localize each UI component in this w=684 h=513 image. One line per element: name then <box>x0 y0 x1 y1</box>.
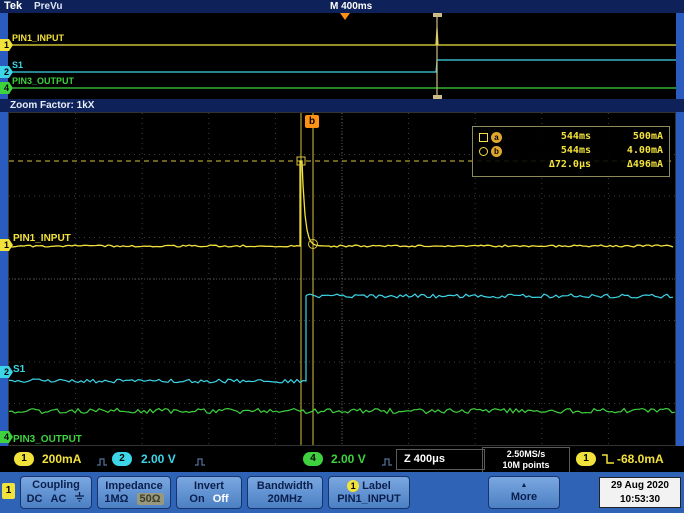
sample-rate: 2.50MS/s <box>506 449 546 459</box>
impedance-title: Impedance <box>105 480 163 492</box>
record-length: 10M points <box>502 460 550 470</box>
cursor-a-square-icon <box>479 132 488 142</box>
cursor-a-letter: a <box>491 131 502 143</box>
cursor-a-value: 500mA <box>632 131 663 142</box>
label-title: Label <box>362 480 391 492</box>
bandwidth-button[interactable]: Bandwidth 20MHz <box>247 476 323 509</box>
ch4-trace-label: PIN3_OUTPUT <box>12 76 75 86</box>
invert-option-off[interactable]: Off <box>213 493 229 505</box>
trigger-position-icon[interactable] <box>340 13 350 20</box>
cursor-delta-row: Δ72.0μs Δ496mA <box>479 158 663 172</box>
datetime-display: 29 Aug 2020 10:53:30 <box>599 477 681 508</box>
cursor-a-marker: a <box>479 131 509 143</box>
cursor-b-letter: b <box>491 145 502 157</box>
impedance-option-1mohm[interactable]: 1MΩ <box>104 493 128 505</box>
coupling-button[interactable]: Coupling DC AC <box>20 476 92 509</box>
ch2-scale: 2.00 V <box>141 452 176 466</box>
ch1-badge[interactable]: 1 <box>14 452 34 466</box>
ch1-scale: 200mA <box>42 452 82 466</box>
ch2-badge[interactable]: 2 <box>112 452 132 466</box>
cursor-b-tag[interactable]: b <box>305 115 319 128</box>
bandwidth-title: Bandwidth <box>256 480 314 492</box>
ch1-trace-label-zoom: PIN1_INPUT <box>13 233 71 244</box>
ch1-trace-label: PIN1_INPUT <box>12 33 65 43</box>
coupling-option-dc[interactable]: DC <box>27 493 43 505</box>
date-display: 29 Aug 2020 <box>611 480 669 491</box>
more-button[interactable]: ▲ More <box>488 476 560 509</box>
trigger-falling-slope-icon <box>601 452 615 470</box>
cursor-delta-time: Δ72.0μs <box>548 159 591 170</box>
label-value: PIN1_INPUT <box>337 493 401 505</box>
bandwidth-value: 20MHz <box>267 493 303 505</box>
invert-title: Invert <box>194 480 224 492</box>
tek-logo: Tek <box>4 0 23 12</box>
trigger-level-readout: -68.0mA <box>617 452 664 466</box>
coupling-option-ac[interactable]: AC <box>51 493 67 505</box>
zoom-waveform-window[interactable]: PIN1_INPUT S1 PIN3_OUTPUT b a 544ms 500m… <box>8 112 676 446</box>
coupling-title: Coupling <box>32 479 80 491</box>
overview-waveforms <box>8 13 676 99</box>
zoom-timebase-readout: Z 400μs <box>396 449 485 470</box>
ch4-waveform-icon <box>381 454 393 472</box>
cursor-delta-value: Δ496mA <box>626 159 663 170</box>
time-display: 10:53:30 <box>619 494 661 505</box>
ch1-waveform-icon <box>96 454 108 472</box>
ch2-trace-label: S1 <box>12 60 24 70</box>
invert-option-on[interactable]: On <box>189 493 204 505</box>
impedance-button[interactable]: Impedance 1MΩ 50Ω <box>97 476 171 509</box>
more-title: More <box>510 491 538 503</box>
ch2-waveform-icon <box>194 454 206 472</box>
top-bar: Tek PreVu M 400ms <box>0 0 684 13</box>
cursor-b-marker: b <box>479 145 509 157</box>
label-button[interactable]: 1 Label PIN1_INPUT <box>328 476 410 509</box>
invert-button[interactable]: Invert On Off <box>176 476 242 509</box>
main-timebase-readout: M 400ms <box>330 1 373 12</box>
zoom-factor-strip: Zoom Factor: 1kX <box>0 99 684 112</box>
ch4-trace-label-zoom: PIN3_OUTPUT <box>13 434 82 445</box>
cursor-b-value: 4.00mA <box>626 145 663 156</box>
ch2-trace-label-zoom: S1 <box>13 364 26 375</box>
ch4-badge[interactable]: 4 <box>303 452 323 466</box>
overview-waveform-window[interactable]: PIN1_INPUT S1 PIN3_OUTPUT <box>8 13 676 99</box>
cursor-a-row: a 544ms 500mA <box>479 130 663 144</box>
active-channel-tab[interactable]: 1 <box>2 483 15 499</box>
ch4-scale: 2.00 V <box>331 452 366 466</box>
zoom-factor-label: Zoom Factor: 1kX <box>10 100 95 111</box>
coupling-ground-icon[interactable] <box>74 492 85 506</box>
more-up-arrow-icon: ▲ <box>520 482 528 489</box>
impedance-option-50ohm[interactable]: 50Ω <box>136 493 164 505</box>
cursor-b-circle-icon <box>479 146 488 156</box>
sample-rate-readout: 2.50MS/s 10M points <box>482 447 570 473</box>
oscilloscope-screen: Tek PreVu M 400ms PIN1_INPUT S1 PIN3_OUT… <box>0 0 684 513</box>
cursor-b-time: 544ms <box>560 145 591 156</box>
status-bar: 1 200mA 2 2.00 V 4 2.00 V Z 400μs 2.50MS… <box>0 446 684 473</box>
label-channel-badge: 1 <box>347 480 360 492</box>
soft-menu-bar: 1 Coupling DC AC Impedance 1MΩ 50Ω Inver… <box>0 472 684 513</box>
cursor-b-row: b 544ms 4.00mA <box>479 144 663 158</box>
cursor-a-time: 544ms <box>560 131 591 142</box>
cursor-readout: a 544ms 500mA b 544ms 4.00mA Δ72.0μs Δ49… <box>472 126 670 177</box>
acquisition-status: PreVu <box>34 1 63 12</box>
trigger-source-badge: 1 <box>576 452 596 466</box>
